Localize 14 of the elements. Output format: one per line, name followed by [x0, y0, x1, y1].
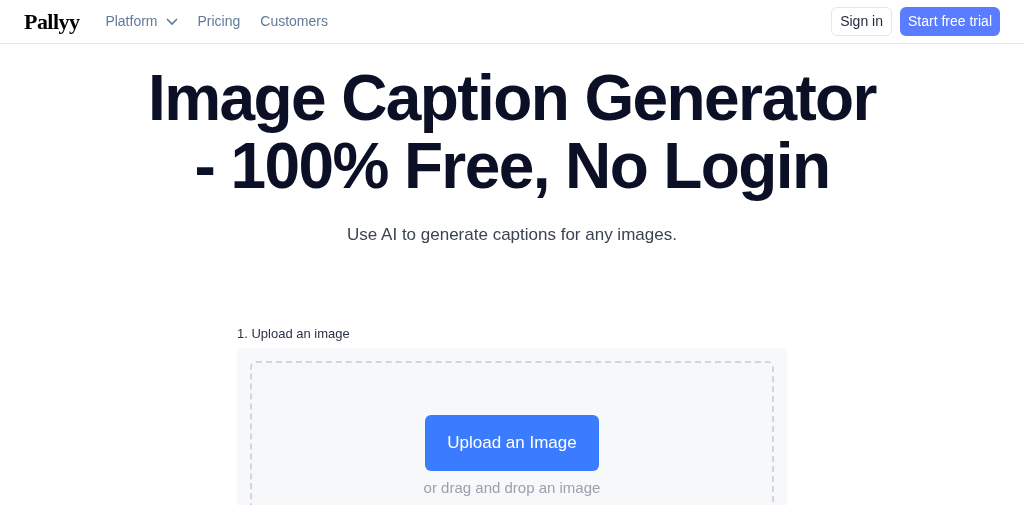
page-title: Image Caption Generator — [148, 64, 876, 132]
logo[interactable]: Pallyy — [24, 5, 80, 38]
subtitle: Use AI to generate captions for any images. — [347, 224, 677, 246]
nav-link[interactable]: Pricing — [197, 11, 241, 32]
upload-label: 1. Upload an image — [237, 324, 351, 343]
page-title: - 100% Free, No Login — [194, 132, 830, 200]
upload-button[interactable]: Upload an Image — [425, 415, 599, 471]
drop-zone[interactable]: Upload an Image or drag and drop an image — [250, 361, 774, 505]
nav-link[interactable]: Platform — [105, 11, 178, 32]
sign-in-button[interactable]: Sign in — [831, 7, 892, 36]
nav-link[interactable]: Customers — [260, 11, 328, 32]
chevron-down-icon — [165, 17, 178, 26]
drop-hint: or drag and drop an image — [423, 479, 601, 497]
start-trial-button[interactable]: Start free trial — [899, 7, 1000, 36]
